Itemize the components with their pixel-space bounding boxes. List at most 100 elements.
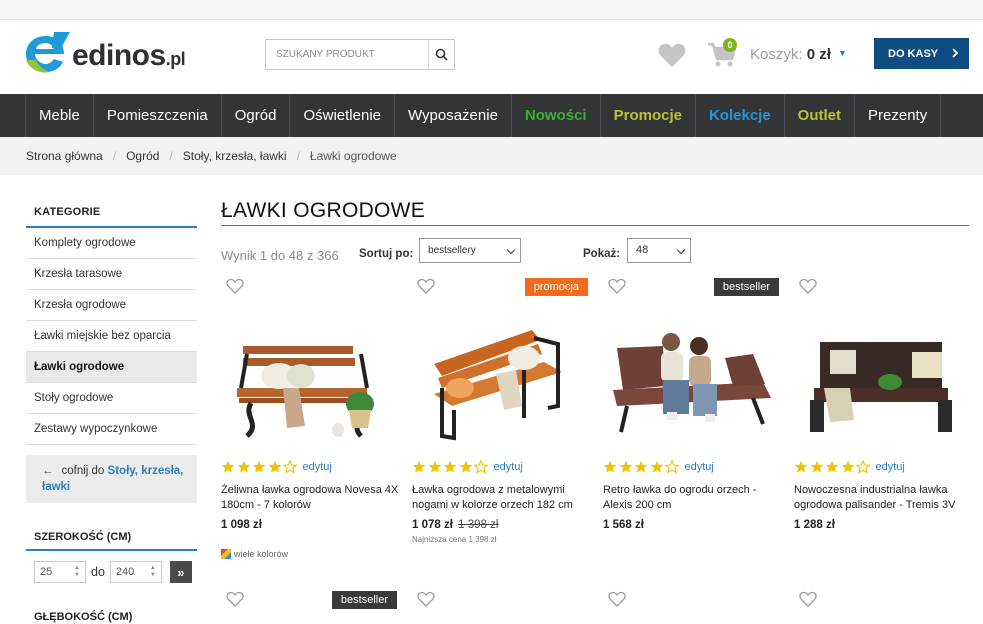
edit-rating-link[interactable]: edytuj — [685, 461, 714, 473]
width-to-input[interactable]: 240 ▲ ▼ — [109, 561, 162, 583]
breadcrumb-item[interactable]: Stoły, krzesła, ławki — [183, 149, 287, 163]
star-filled-icon — [603, 460, 617, 473]
star-filled-icon — [443, 460, 457, 473]
checkout-button[interactable]: DO KASY — [874, 38, 969, 69]
lowest-price-note: Najniższa cena 1 398 zł — [412, 535, 497, 544]
star-outline-icon — [474, 460, 488, 474]
cart-count-badge: 0 — [723, 38, 737, 52]
per-page-select[interactable]: 48 — [627, 238, 691, 263]
product-image[interactable] — [794, 306, 972, 456]
nav-item-ogród[interactable]: Ogród — [220, 94, 290, 137]
logo-mark-icon — [26, 32, 70, 73]
categories-heading: KATEGORIE — [26, 195, 197, 228]
product-name[interactable]: Ławka ogrodowa z metalowymi nogami w kol… — [412, 483, 590, 513]
wishlist-heart-icon[interactable] — [658, 42, 686, 68]
star-filled-icon — [619, 460, 632, 473]
width-from-input[interactable]: 25 ▲ ▼ — [34, 561, 86, 583]
search-button[interactable] — [428, 40, 454, 69]
star-filled-icon — [794, 460, 808, 473]
edit-rating-link[interactable]: edytuj — [494, 461, 523, 473]
old-price: 1 398 zł — [458, 519, 499, 531]
logo-text: edinos.pl — [72, 39, 186, 72]
product-image[interactable] — [603, 306, 781, 456]
sidebar-item[interactable]: Ławki miejskie bez oparcia — [26, 321, 197, 352]
star-filled-icon — [252, 460, 266, 473]
star-filled-icon — [841, 460, 854, 473]
cart-summary[interactable]: Koszyk: 0 zł — [750, 46, 831, 63]
rating: edytuj — [603, 460, 714, 474]
apply-filter-button[interactable]: » — [169, 561, 192, 583]
heart-outline-icon[interactable] — [417, 591, 435, 607]
page-title: ŁAWKI OGRODOWE — [221, 195, 969, 226]
heart-outline-icon[interactable] — [608, 278, 626, 294]
stepper-icon[interactable]: ▲ ▼ — [72, 565, 82, 579]
main-nav: Meble Pomieszczenia Ogród Oświetlenie Wyposa… — [0, 94, 983, 137]
star-filled-icon — [237, 460, 250, 473]
results-count: Wynik 1 do 48 z 366 — [221, 248, 339, 263]
nav-item-wyposażenie[interactable]: Wyposażenie — [394, 94, 511, 137]
bestseller-badge: bestseller — [713, 278, 779, 296]
sort-select[interactable]: bestsellery — [419, 238, 521, 263]
stepper-icon[interactable]: ▲ ▼ — [148, 565, 158, 579]
edit-rating-link[interactable]: edytuj — [303, 461, 332, 473]
heart-outline-icon[interactable] — [226, 278, 244, 294]
search-box — [265, 39, 455, 70]
range-separator: do — [91, 565, 105, 579]
logo[interactable]: edinos.pl — [24, 30, 199, 80]
product-image[interactable] — [412, 306, 590, 456]
rating: edytuj — [412, 460, 523, 474]
heart-outline-icon[interactable] — [608, 591, 626, 607]
star-filled-icon — [810, 460, 823, 473]
breadcrumb-item[interactable]: Strona główna — [26, 149, 103, 163]
edit-rating-link[interactable]: edytuj — [876, 461, 905, 473]
star-filled-icon — [428, 460, 441, 473]
nav-item-oświetlenie[interactable]: Oświetlenie — [289, 94, 394, 137]
rating: edytuj — [794, 460, 905, 474]
nav-item-outlet[interactable]: Outlet — [783, 94, 854, 137]
product-name[interactable]: Żeliwna ławka ogrodowa Novesa 4X 180cm -… — [221, 483, 399, 513]
nav-item-kolekcje[interactable]: Kolekcje — [694, 94, 784, 137]
star-filled-icon — [268, 460, 281, 473]
star-filled-icon — [459, 460, 472, 473]
star-outline-icon — [665, 460, 679, 474]
sidebar-item[interactable]: Zestawy wypoczynkowe — [26, 414, 197, 445]
sidebar-item[interactable]: Komplety ogrodowe — [26, 228, 197, 259]
nav-item-meble[interactable]: Meble — [25, 94, 93, 137]
cart-label: Koszyk: — [750, 46, 803, 63]
product-price: 1 568 zł — [603, 519, 644, 531]
nav-item-prezenty[interactable]: Prezenty — [854, 94, 942, 137]
heart-outline-icon[interactable] — [799, 278, 817, 294]
product-name[interactable]: Retro ławka do ogrodu orzech - Alexis 20… — [603, 483, 781, 513]
sort-label: Sortuj po: — [359, 248, 414, 260]
heart-outline-icon[interactable] — [417, 278, 435, 294]
sidebar: KATEGORIE Komplety ogrodowe Krzesła taras… — [26, 195, 197, 623]
width-filter-heading: SZEROKOŚĆ (CM) — [26, 531, 197, 551]
breadcrumb-item[interactable]: Ogród — [126, 149, 159, 163]
star-filled-icon — [634, 460, 648, 473]
sidebar-item[interactable]: Krzesła tarasowe — [26, 259, 197, 290]
sidebar-item-active[interactable]: Ławki ogrodowe — [26, 352, 197, 383]
product-price: 1 098 zł — [221, 519, 262, 531]
cart-caret-icon[interactable]: ▼ — [838, 48, 847, 58]
breadcrumb: Strona główna / Ogród / Stoły, krzesła, ła… — [0, 137, 983, 175]
top-strip — [0, 0, 983, 20]
search-input[interactable] — [266, 40, 429, 69]
arrow-left-icon: ← — [42, 465, 54, 477]
product-name[interactable]: Nowoczesna industrialna ławka ogrodowa p… — [794, 483, 972, 513]
bestseller-badge: bestseller — [331, 591, 397, 609]
nav-item-promocje[interactable]: Promocje — [599, 94, 695, 137]
checkout-label: DO KASY — [888, 47, 939, 60]
nav-item-pomieszczenia[interactable]: Pomieszczenia — [92, 94, 221, 137]
colors-info: wiele kolorów — [221, 549, 288, 559]
site-header: edinos.pl 0 Koszyk: 0 zł ▼ DO KASY — [0, 20, 983, 94]
color-swatch-icon — [221, 549, 231, 559]
product-image[interactable] — [221, 306, 399, 456]
heart-outline-icon[interactable] — [226, 591, 244, 607]
heart-outline-icon[interactable] — [799, 591, 817, 607]
nav-item-nowości[interactable]: Nowości — [510, 94, 600, 137]
back-link[interactable]: ← cofnij do Stoły, krzesła, ławki — [26, 455, 197, 503]
sidebar-item[interactable]: Stoły ogrodowe — [26, 383, 197, 414]
breadcrumb-current: Ławki ogrodowe — [309, 149, 397, 163]
show-label: Pokaż: — [583, 248, 621, 260]
sidebar-item[interactable]: Krzesła ogrodowe — [26, 290, 197, 321]
